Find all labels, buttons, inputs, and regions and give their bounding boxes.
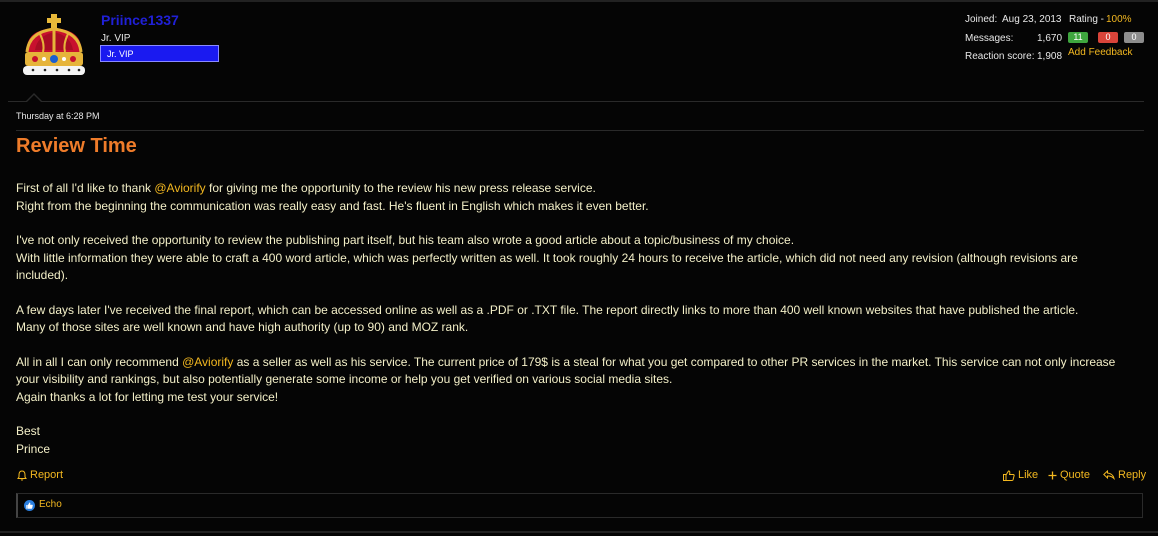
joined-label: Joined: [965, 14, 998, 25]
p1-text-b: for giving me the opportunity to the rev… [205, 181, 596, 195]
like-button[interactable]: Like [1003, 469, 1038, 481]
reaction-score-label: Reaction score: [965, 51, 1035, 62]
quote-label: Quote [1060, 469, 1090, 481]
reaction-user-link[interactable]: Echo [39, 499, 62, 510]
signature-line-2: Prince [16, 441, 51, 456]
feedback-negative-badge[interactable]: 0 [1098, 32, 1118, 43]
signature-line-1: Best [16, 424, 41, 438]
bottom-divider [0, 531, 1158, 533]
crown-avatar-icon [23, 14, 85, 75]
reply-button[interactable]: Reply [1103, 469, 1146, 481]
paragraph-4: All in all I can only recommend @Aviorif… [16, 354, 1126, 407]
user-banner: Jr. VIP [100, 45, 219, 62]
quote-button[interactable]: Quote [1048, 469, 1090, 481]
thumbs-up-icon [1003, 469, 1015, 481]
user-avatar[interactable] [15, 12, 93, 78]
username-link[interactable]: Priince1337 [101, 12, 179, 28]
p1-text-c: Right from the beginning the communicati… [16, 198, 649, 213]
user-title: Jr. VIP [101, 33, 131, 44]
report-button[interactable]: Report [17, 469, 63, 481]
p4-text-c: Again thanks a lot for letting me test y… [16, 389, 279, 404]
paragraph-1: First of all I'd like to thank @Aviorify… [16, 180, 1126, 215]
divider-notch-inner [27, 95, 41, 102]
post-date-link[interactable]: Thursday at 6:28 PM [16, 111, 100, 121]
messages-value: 1,670 [1037, 33, 1063, 44]
joined-value: Aug 23, 2013 [1002, 14, 1062, 25]
p3-text-a: A few days later I've received the final… [16, 302, 1079, 317]
bell-icon [17, 469, 27, 481]
header-divider [8, 101, 1144, 102]
reactions-bar: Echo [16, 493, 1143, 518]
p4-text-a: All in all I can only recommend [16, 354, 183, 369]
rating-label: Rating - [1069, 14, 1105, 25]
paragraph-3: A few days later I've received the final… [16, 302, 1126, 337]
p1-text-a: First of all I'd like to thank [16, 181, 155, 195]
thumbs-up-icon [24, 500, 35, 511]
reaction-score-value: 1,908 [1037, 51, 1063, 62]
plus-icon [1048, 471, 1057, 479]
p3-text-b: Many of those sites are well known and h… [16, 320, 469, 334]
messages-label: Messages: [965, 33, 1014, 44]
mention-link[interactable]: @Aviorify [154, 181, 205, 195]
post-title: Review Time [16, 135, 137, 157]
p2-text-a: I've not only received the opportunity t… [16, 233, 795, 247]
add-feedback-link[interactable]: Add Feedback [1068, 47, 1133, 58]
mention-link[interactable]: @Aviorify [182, 355, 233, 369]
like-label: Like [1018, 469, 1039, 481]
paragraph-2: I've not only received the opportunity t… [16, 232, 1126, 285]
date-divider [16, 130, 1144, 131]
reply-label: Reply [1118, 469, 1147, 481]
reply-arrow-icon [1103, 470, 1115, 480]
post-body: First of all I'd like to thank @Aviorify… [16, 180, 1126, 458]
report-label: Report [30, 469, 64, 481]
p2-text-b: With little information they were able t… [16, 250, 1078, 283]
feedback-positive-badge[interactable]: 11 [1068, 32, 1088, 43]
rating-value: 100% [1106, 14, 1132, 25]
feedback-neutral-badge[interactable]: 0 [1124, 32, 1144, 43]
top-divider [0, 0, 1158, 2]
signature: Best Prince [16, 423, 1126, 458]
